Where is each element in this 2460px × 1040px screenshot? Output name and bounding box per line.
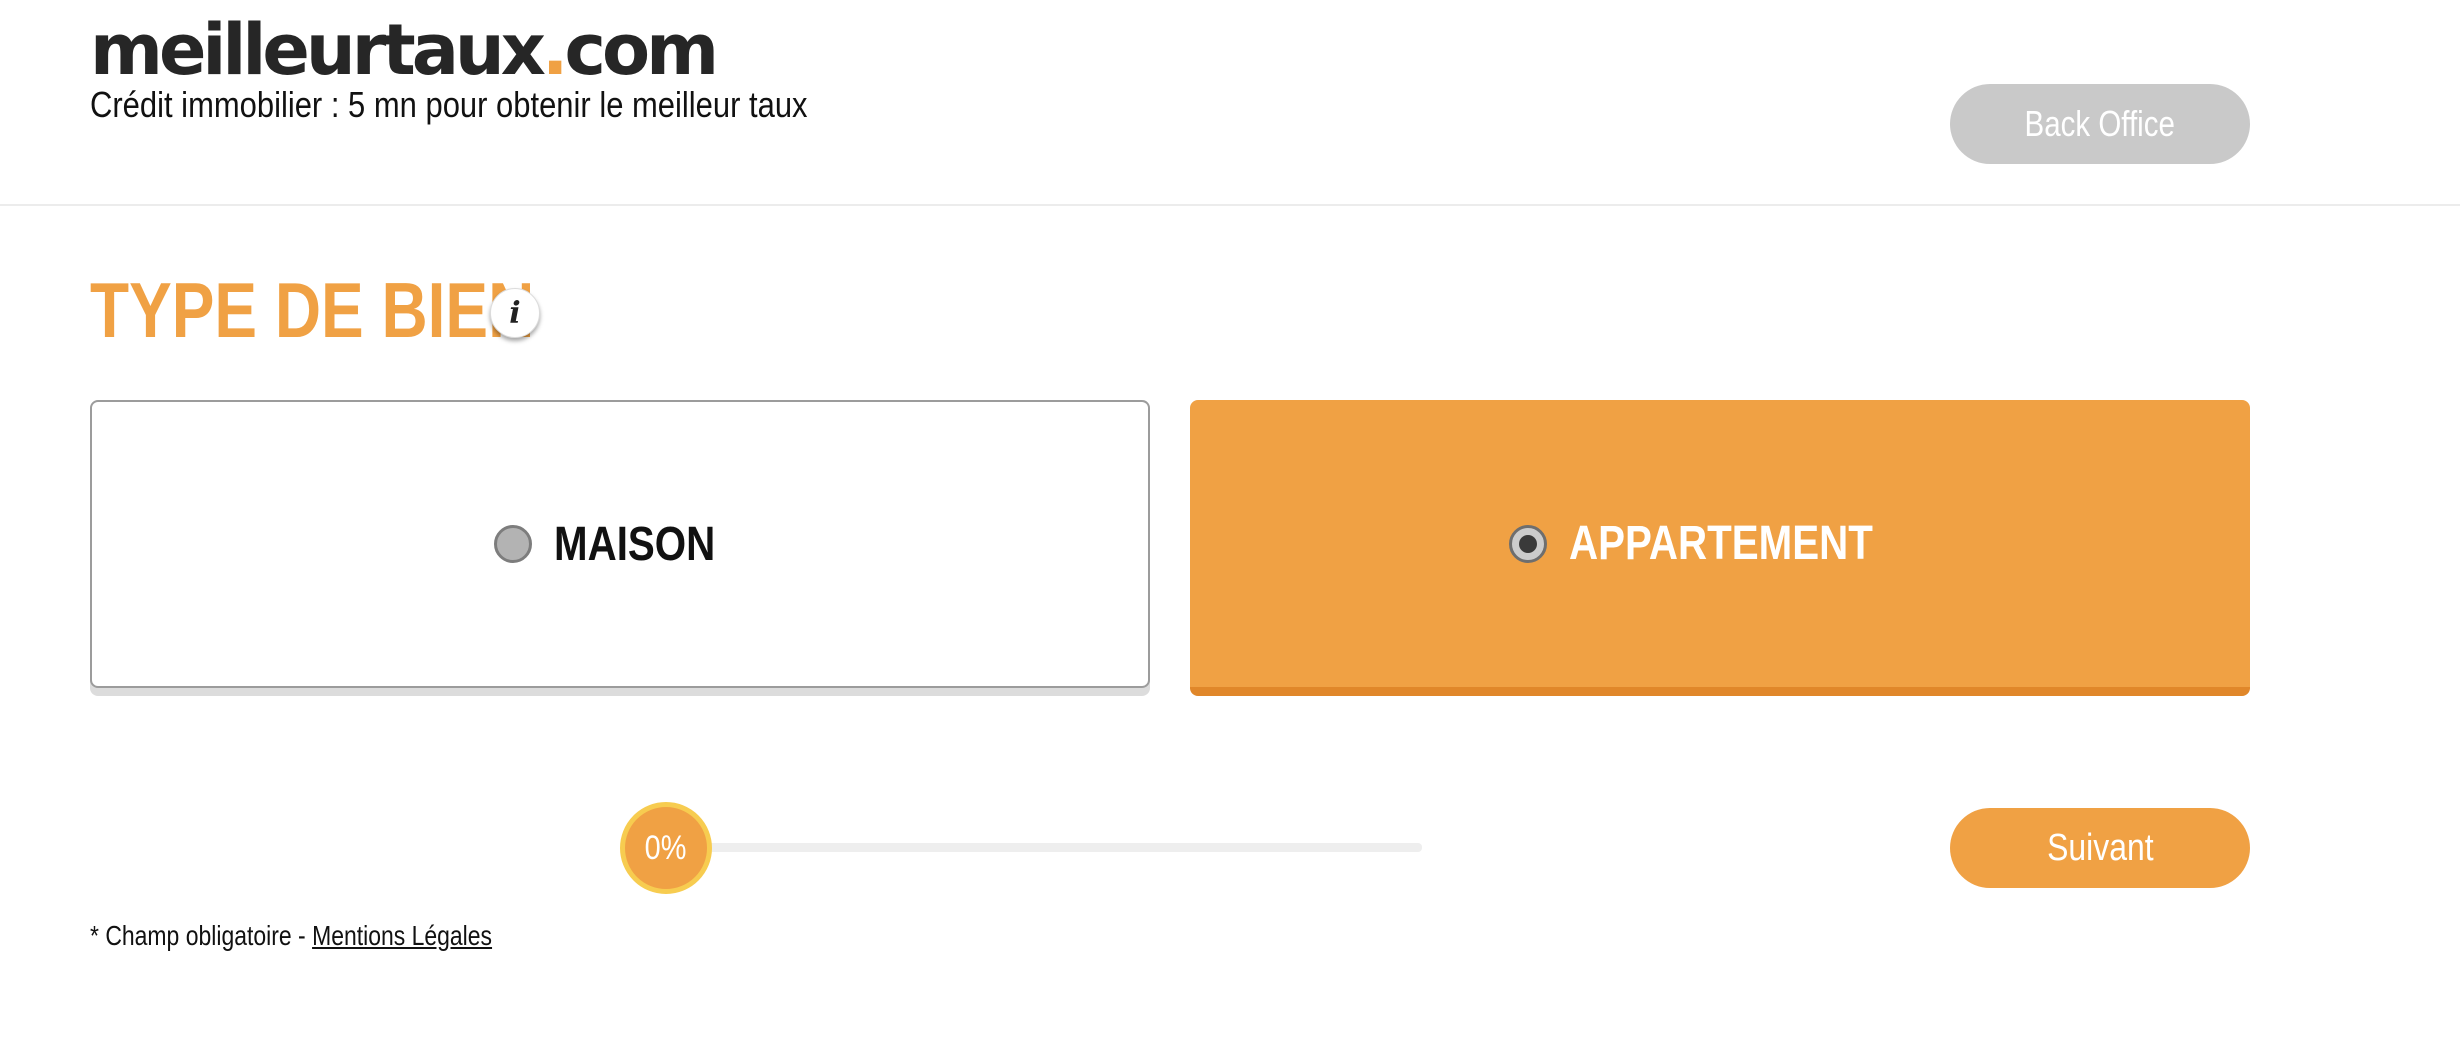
option-appartement[interactable]: APPARTEMENT xyxy=(1190,400,2250,696)
radio-unchecked-icon[interactable] xyxy=(494,525,532,563)
page-title: TYPE DE BIEN xyxy=(90,266,535,354)
back-office-label: Back Office xyxy=(2024,103,2176,144)
required-field-note: * Champ obligatoire - xyxy=(90,920,306,951)
radio-checked-icon[interactable] xyxy=(1509,524,1548,563)
footer-note: * Champ obligatoire - Mentions Légales xyxy=(90,920,492,952)
logo-dot: . xyxy=(541,9,569,91)
site-header: meilleurtaux.com Crédit immobilier : 5 m… xyxy=(0,0,2460,206)
back-office-button[interactable]: Back Office xyxy=(1950,84,2250,164)
info-icon[interactable]: i xyxy=(490,288,540,338)
progress-track xyxy=(700,843,1422,852)
logo-tld: com xyxy=(564,9,720,91)
next-button-label: Suivant xyxy=(2046,826,2154,869)
next-button[interactable]: Suivant xyxy=(1950,808,2250,888)
logo-wordmark: meilleurtaux xyxy=(90,9,546,91)
site-tagline: Crédit immobilier : 5 mn pour obtenir le… xyxy=(90,84,808,125)
option-maison[interactable]: MAISON xyxy=(90,400,1150,688)
option-label-appartement: APPARTEMENT xyxy=(1569,517,1874,570)
progress-indicator: 0% xyxy=(620,802,712,894)
progress-percent-label: 0% xyxy=(645,828,687,867)
option-label-maison: MAISON xyxy=(554,517,716,571)
legal-mentions-link[interactable]: Mentions Légales xyxy=(312,920,492,951)
site-logo[interactable]: meilleurtaux.com xyxy=(90,8,720,92)
